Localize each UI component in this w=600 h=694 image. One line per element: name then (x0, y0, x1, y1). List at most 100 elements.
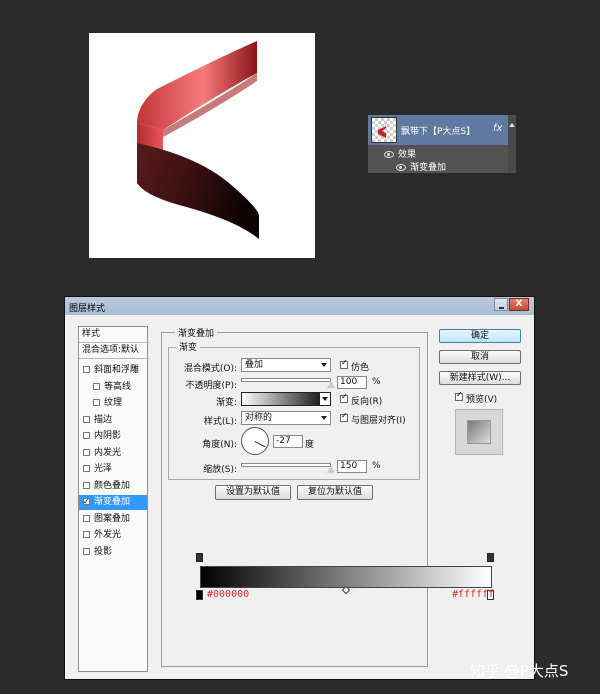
reset-default-button[interactable]: 复位为默认值 (297, 485, 373, 500)
opacity-percent-sign: % (372, 377, 381, 387)
style-item[interactable]: 等高线 (79, 380, 147, 395)
styles-header[interactable]: 样式 (79, 327, 150, 343)
style-item-checkbox[interactable] (83, 465, 90, 472)
layer-row[interactable]: 飘带下【P大点S】 fx (368, 115, 516, 145)
scale-slider-thumb[interactable] (327, 466, 335, 473)
opacity-slider[interactable] (241, 378, 331, 382)
ribbon-artwork (137, 41, 259, 239)
layer-style-dialog: 图层样式 X 样式 混合选项:默认 斜面和浮雕等高线纹理描边内阴影内发光光泽颜色… (64, 296, 535, 680)
styles-list: 样式 混合选项:默认 斜面和浮雕等高线纹理描边内阴影内发光光泽颜色叠加渐变叠加图… (78, 326, 150, 672)
style-item-label: 图案叠加 (94, 513, 131, 524)
gradient-label: 渐变: (215, 398, 237, 408)
opacity-input[interactable]: 100 (337, 376, 367, 389)
style-item[interactable]: 内阴影 (79, 429, 147, 444)
style-item-checkbox[interactable] (83, 481, 90, 489)
opacity-value: 100 (340, 377, 358, 387)
opacity-label: 不透明度(P): (185, 381, 237, 391)
ok-button[interactable]: 确定 (439, 329, 521, 343)
end-color-hex: #ffffff (452, 589, 495, 600)
style-item-checkbox[interactable] (83, 448, 90, 456)
dialog-title: 图层样式 (69, 304, 106, 314)
eye-icon[interactable] (384, 151, 394, 158)
style-item-checkbox[interactable] (83, 514, 90, 522)
gradient-picker[interactable] (241, 392, 331, 406)
reverse-checkbox[interactable] (340, 392, 348, 403)
style-item-checkbox[interactable] (93, 399, 100, 406)
style-item[interactable]: 外发光 (79, 528, 147, 543)
opacity-stop-right[interactable] (487, 553, 494, 562)
style-item-checkbox[interactable] (93, 382, 100, 390)
style-item[interactable]: 斜面和浮雕 (79, 363, 147, 378)
scale-input[interactable]: 150 (337, 460, 367, 473)
style-item[interactable]: 纹理 (79, 396, 147, 411)
dither-label: 仿色 (351, 363, 370, 373)
opacity-stop-left[interactable] (196, 553, 203, 562)
angle-value: -27 (276, 436, 291, 446)
eye-icon[interactable] (396, 164, 406, 171)
style-label: 样式(L): (203, 417, 237, 427)
style-item[interactable]: 内发光 (79, 446, 147, 461)
scale-value: 150 (340, 461, 358, 471)
blend-mode-select[interactable]: 叠加 (241, 358, 331, 372)
style-item-checkbox[interactable] (83, 366, 90, 373)
style-item[interactable]: 颜色叠加 (79, 479, 147, 494)
scale-slider[interactable] (241, 463, 331, 467)
style-item-label: 内阴影 (94, 431, 122, 441)
chevron-down-icon (322, 397, 328, 401)
preview-checkbox[interactable] (455, 390, 463, 401)
effect-item-label: 渐变叠加 (410, 163, 447, 173)
reverse-label: 反向(R) (351, 397, 383, 407)
style-item-label: 斜面和浮雕 (94, 365, 140, 375)
style-item-label: 光泽 (94, 464, 113, 474)
layers-panel: 飘带下【P大点S】 fx 效果 渐变叠加 (368, 115, 516, 173)
minimize-button[interactable] (494, 298, 508, 311)
effect-item-row[interactable]: 渐变叠加 (396, 160, 446, 173)
dialog-title-bar[interactable]: 图层样式 X (65, 297, 534, 315)
style-item-label: 纹理 (104, 398, 123, 408)
effects-row[interactable]: 效果 (384, 147, 416, 160)
style-item-label: 外发光 (94, 530, 122, 540)
style-item-label: 颜色叠加 (94, 480, 131, 491)
blend-mode-label: 混合模式(O): (183, 364, 237, 374)
style-item-checkbox[interactable] (83, 494, 90, 509)
opacity-slider-thumb[interactable] (327, 381, 335, 388)
fx-icon[interactable]: fx (493, 123, 502, 134)
gradient-dropdown[interactable] (319, 392, 331, 406)
angle-dial[interactable] (241, 427, 269, 455)
section-title: 渐变叠加 (175, 326, 218, 339)
style-item-label: 描边 (94, 414, 113, 425)
style-select[interactable]: 对称的 (241, 411, 331, 425)
subsection-title: 渐变 (176, 340, 201, 353)
scale-percent-sign: % (372, 461, 381, 471)
angle-unit: 度 (305, 440, 315, 450)
color-stop-left[interactable] (196, 590, 203, 600)
style-item[interactable]: 投影 (79, 545, 147, 560)
style-item-label: 渐变叠加 (94, 497, 131, 507)
style-preview (455, 409, 503, 455)
blend-options-item[interactable]: 混合选项:默认 (79, 343, 150, 359)
cancel-button[interactable]: 取消 (439, 350, 521, 364)
layer-name: 飘带下【P大点S】 (401, 127, 476, 137)
start-color-hex: #000000 (207, 589, 250, 600)
scale-label: 缩放(S): (203, 465, 237, 475)
new-style-button[interactable]: 新建样式(W)... (439, 371, 521, 385)
dither-checkbox[interactable] (340, 358, 348, 369)
align-with-layer-checkbox[interactable] (340, 411, 348, 422)
style-item-label: 投影 (94, 546, 113, 557)
effects-label: 效果 (398, 150, 417, 160)
style-item-checkbox[interactable] (83, 531, 90, 538)
style-item[interactable]: 渐变叠加 (79, 494, 147, 510)
style-preview-swatch (467, 420, 491, 444)
style-item-checkbox[interactable] (83, 415, 90, 423)
angle-input[interactable]: -27 (273, 435, 303, 448)
gradient-bar[interactable] (200, 566, 492, 588)
layers-scrollbar[interactable] (508, 115, 516, 173)
set-default-button[interactable]: 设置为默认值 (215, 485, 291, 500)
style-item[interactable]: 图案叠加 (79, 512, 147, 527)
close-button[interactable]: X (509, 298, 529, 311)
style-item-checkbox[interactable] (83, 432, 90, 439)
style-item-checkbox[interactable] (83, 547, 90, 555)
style-item[interactable]: 光泽 (79, 462, 147, 477)
angle-needle (254, 441, 266, 448)
style-item[interactable]: 描边 (79, 413, 147, 428)
